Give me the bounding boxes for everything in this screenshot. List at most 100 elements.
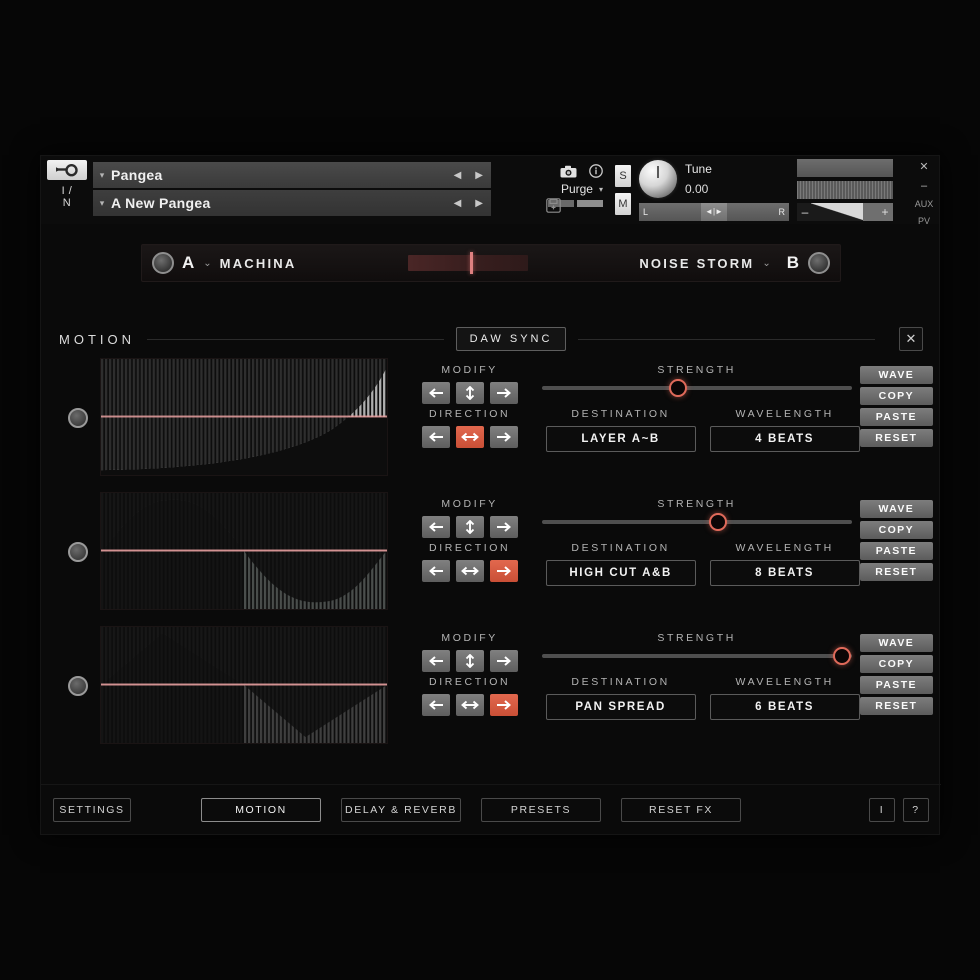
reset-button[interactable]: RESET [859, 429, 933, 447]
io-indicator: I / N [62, 185, 73, 209]
layer-b-chevron-down-icon[interactable]: ⌄ [762, 258, 770, 269]
copy-button[interactable]: COPY [859, 521, 933, 539]
instrument-prev-icon[interactable]: ◀ [454, 198, 462, 209]
direction-bidirectional-button[interactable] [455, 426, 484, 448]
strength-slider-thumb[interactable] [833, 647, 852, 665]
mute-button[interactable]: M [615, 193, 631, 215]
camera-glyph [560, 165, 577, 177]
header-side-controls: ✕ – AUX PV [909, 156, 939, 226]
ab-crossfade-handle[interactable] [470, 252, 474, 274]
motion-enable-toggle[interactable] [67, 542, 88, 562]
motion-enable-toggle[interactable] [67, 408, 88, 428]
wrench-icon[interactable] [47, 160, 87, 180]
modify-invert-button[interactable] [455, 382, 484, 404]
direction-left-button[interactable] [421, 426, 450, 448]
direction-bidirectional-button[interactable] [455, 560, 484, 582]
rack-row-instrument[interactable]: ▾ A New Pangea ◀ ▶ [93, 190, 491, 216]
modify-shift-left-button[interactable] [421, 650, 450, 672]
arrow-right-icon [496, 656, 511, 666]
direction-left-button[interactable] [421, 560, 450, 582]
layer-b-knob[interactable] [808, 252, 830, 274]
ab-crossfade-slider[interactable] [407, 252, 528, 274]
solo-button[interactable]: S [615, 165, 631, 187]
motion-waveform-display[interactable] [99, 626, 388, 744]
tab-delay-reverb[interactable]: DELAY & REVERB [341, 797, 461, 822]
save-icon[interactable] [546, 198, 561, 218]
modify-invert-button[interactable] [455, 650, 484, 672]
destination-select[interactable]: HIGH CUT A&B [545, 560, 696, 586]
minimize-icon[interactable]: – [921, 180, 927, 192]
layer-a-name[interactable]: MACHINA [220, 256, 297, 271]
copy-button[interactable]: COPY [859, 387, 933, 405]
volume-increase-button[interactable]: + [877, 205, 893, 219]
pan-center-handle[interactable]: ◄|► [701, 202, 727, 221]
paste-button[interactable]: PASTE [859, 676, 933, 694]
motion-row-power-column [56, 626, 100, 746]
reset-button[interactable]: RESET [859, 697, 933, 715]
paste-button[interactable]: PASTE [859, 408, 933, 426]
wavelength-select[interactable]: 4 BEATS [709, 426, 860, 452]
destination-group: DESTINATION HIGH CUT A&B [545, 542, 696, 586]
paste-button[interactable]: PASTE [859, 542, 933, 560]
rack-expand-icon[interactable]: ▾ [93, 170, 111, 181]
strength-slider[interactable] [541, 647, 852, 665]
tune-knob[interactable] [639, 159, 677, 198]
motion-waveform-display[interactable] [99, 358, 388, 476]
modify-shift-left-button[interactable] [421, 516, 450, 538]
close-icon[interactable]: ✕ [919, 160, 928, 173]
strength-slider-thumb[interactable] [669, 379, 688, 397]
layer-a-chevron-down-icon[interactable]: ⌄ [203, 258, 211, 269]
aux-button[interactable]: AUX [915, 199, 934, 209]
direction-right-button[interactable] [489, 694, 518, 716]
tab-presets[interactable]: PRESETS [481, 797, 601, 822]
info-button[interactable]: I [869, 797, 895, 822]
rack-prev-icon[interactable]: ◀ [454, 170, 462, 181]
wave-button[interactable]: WAVE [859, 366, 933, 384]
motion-close-button[interactable]: ✕ [899, 327, 923, 351]
modify-shift-right-button[interactable] [489, 382, 518, 404]
settings-button[interactable]: SETTINGS [53, 797, 131, 822]
direction-bidirectional-button[interactable] [455, 694, 484, 716]
rack-row-multi[interactable]: ▾ Pangea ◀ ▶ [93, 162, 491, 188]
direction-right-button[interactable] [489, 426, 518, 448]
rack-next-icon[interactable]: ▶ [475, 170, 483, 181]
wave-button[interactable]: WAVE [859, 634, 933, 652]
destination-select[interactable]: LAYER A~B [545, 426, 696, 452]
motion-row: MODIFY [41, 492, 941, 626]
modify-shift-right-button[interactable] [489, 650, 518, 672]
volume-slider[interactable]: – + [797, 203, 893, 221]
copy-button[interactable]: COPY [859, 655, 933, 673]
strength-slider[interactable] [541, 513, 852, 531]
pv-button[interactable]: PV [918, 216, 930, 226]
layer-a-knob[interactable] [152, 252, 174, 274]
wave-button[interactable]: WAVE [859, 500, 933, 518]
direction-right-button[interactable] [489, 560, 518, 582]
layer-b-name[interactable]: NOISE STORM [639, 256, 754, 271]
strength-slider-thumb[interactable] [709, 513, 728, 531]
info-icon[interactable] [589, 164, 603, 178]
camera-icon[interactable] [560, 165, 577, 178]
reset-button[interactable]: RESET [859, 563, 933, 581]
instrument-expand-icon[interactable]: ▾ [93, 198, 111, 209]
modify-invert-button[interactable] [455, 516, 484, 538]
motion-enable-toggle[interactable] [67, 676, 88, 696]
reset-fx-button[interactable]: RESET FX [621, 797, 741, 822]
motion-waveform-display[interactable] [99, 492, 388, 610]
daw-sync-button[interactable]: DAW SYNC [455, 327, 567, 351]
arrow-right-icon [496, 566, 511, 576]
wavelength-select[interactable]: 8 BEATS [709, 560, 860, 586]
direction-buttons [416, 694, 524, 716]
purge-menu[interactable]: Purge ▾ [491, 182, 609, 196]
direction-label: DIRECTION [429, 676, 511, 688]
modify-shift-left-button[interactable] [421, 382, 450, 404]
destination-select[interactable]: PAN SPREAD [545, 694, 696, 720]
instrument-next-icon[interactable]: ▶ [475, 198, 483, 209]
modify-shift-right-button[interactable] [489, 516, 518, 538]
help-button[interactable]: ? [903, 797, 929, 822]
wavelength-select[interactable]: 6 BEATS [709, 694, 860, 720]
direction-left-button[interactable] [421, 694, 450, 716]
tab-motion[interactable]: MOTION [201, 797, 321, 822]
pan-slider[interactable]: L ◄|► R [639, 202, 789, 221]
strength-slider[interactable] [541, 379, 852, 397]
volume-decrease-button[interactable]: – [797, 205, 813, 219]
